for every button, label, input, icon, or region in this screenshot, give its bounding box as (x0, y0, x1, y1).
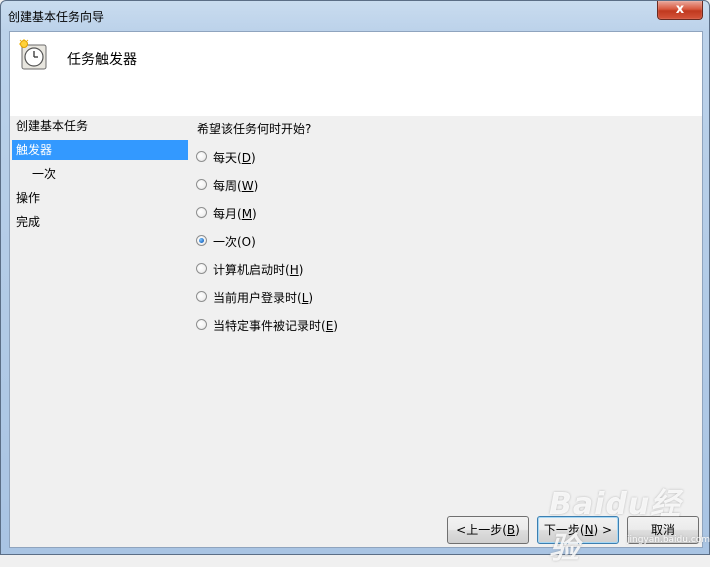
steps-sidebar: 创建基本任务 触发器 一次 操作 完成 (12, 116, 188, 546)
step-once[interactable]: 一次 (32, 164, 182, 184)
radio-once[interactable] (196, 235, 207, 246)
close-icon: x (675, 2, 685, 17)
step-create-basic-task[interactable]: 创建基本任务 (16, 116, 186, 136)
radio-on-event[interactable] (196, 319, 207, 330)
step-trigger[interactable]: 触发器 (12, 140, 188, 160)
window-title: 创建基本任务向导 (8, 10, 105, 24)
radio-on-startup[interactable] (196, 263, 207, 274)
next-button[interactable]: 下一步(N) > (537, 516, 619, 544)
radio-monthly[interactable] (196, 207, 207, 218)
page-title: 任务触发器 (67, 52, 137, 68)
trigger-question: 希望该任务何时开始? (197, 122, 312, 136)
radio-daily[interactable] (196, 151, 207, 162)
trigger-options: 希望该任务何时开始? 每天(D) 每周(W) 每月(M) 一次(O) 计算机启动… (196, 122, 338, 333)
radio-weekly[interactable] (196, 179, 207, 190)
clock-icon (19, 39, 47, 70)
option-once-label: 一次(O) (213, 235, 256, 249)
step-action[interactable]: 操作 (16, 188, 186, 208)
client-area: 任务触发器 创建基本任务 触发器 一次 操作 完成 希望该任务何时开始? 每天(… (9, 31, 703, 548)
step-finish[interactable]: 完成 (16, 212, 186, 232)
radio-on-logon[interactable] (196, 291, 207, 302)
header-panel: 任务触发器 (10, 32, 702, 116)
close-button[interactable]: x (657, 1, 703, 20)
wizard-window: 创建基本任务向导 x 任务触发器 创建基本任务 触发器 一次 操作 完成 希望该… (0, 0, 710, 566)
title-bar[interactable]: 创建基本任务向导 x (1, 1, 709, 31)
cancel-button[interactable]: 取消 (627, 516, 699, 544)
back-button[interactable]: <上一步(B) (447, 516, 529, 544)
